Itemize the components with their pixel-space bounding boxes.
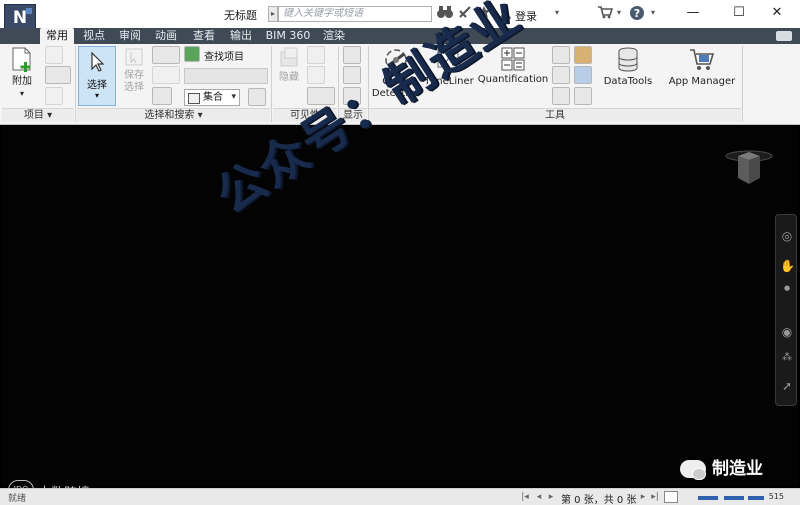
cart-icon[interactable] [596, 5, 614, 21]
find-items-label[interactable]: 查找项目 [204, 48, 244, 63]
brand-text: 制造业 [712, 459, 763, 479]
document-title: 无标题 [224, 9, 257, 22]
sheet-counter: 第 0 张，共 0 张 [561, 495, 637, 505]
chevron-down-icon: ▾ [19, 89, 24, 98]
tab-render[interactable]: 渲染 [320, 28, 348, 44]
app-manager-label: App Manager [668, 76, 736, 87]
links-icon[interactable] [343, 46, 361, 64]
chevron-down-icon[interactable]: ▾ [552, 5, 562, 21]
app-menu-label: N [12, 8, 28, 28]
web-server-progress-icon [748, 496, 764, 500]
project-panel-footer[interactable]: 项目 ▾ [2, 108, 74, 122]
next-sheet-icon[interactable]: ▸ [638, 492, 648, 502]
save-selection-label-2: 选择 [124, 82, 144, 93]
select-all-icon[interactable] [152, 46, 180, 64]
app-manager-button[interactable]: App Manager [664, 46, 740, 88]
selection-tree-icon[interactable] [152, 87, 172, 105]
save-selection-label-1: 保存 [124, 70, 144, 81]
select-same-icon [152, 66, 180, 84]
wechat-brand-watermark: 制造业 [680, 454, 763, 480]
chevron-down-icon: ▾ [94, 91, 99, 100]
title-bar: N 无标题 ▸ 键入关键字或短语 登录 ▾ ▾ ? ▾ — ☐ ✕ [0, 0, 800, 32]
save-selection-icon [125, 48, 143, 66]
chevron-down-icon[interactable]: ▾ [614, 5, 624, 21]
help-icon[interactable]: ? [628, 5, 646, 21]
zoom-icon[interactable]: ● [780, 281, 794, 295]
append-icon [12, 47, 31, 72]
datatools-button[interactable]: DataTools [600, 46, 656, 88]
select-cursor-icon[interactable]: ➚ [780, 379, 794, 393]
appearance-profiler-icon[interactable] [552, 87, 570, 105]
compare-icon[interactable] [574, 66, 592, 84]
refresh-icon [45, 46, 63, 64]
search-expand-arrow[interactable]: ▸ [268, 6, 278, 22]
animator-icon[interactable] [552, 46, 570, 64]
hide-icon [280, 47, 298, 67]
first-sheet-icon[interactable]: |◂ [520, 492, 530, 502]
append-label: 附加 [12, 76, 32, 87]
database-icon [618, 47, 638, 72]
status-bar: 就绪 |◂ ◂ ▸ 第 0 张，共 0 张 ▸ ▸| 515 [0, 488, 800, 505]
navigation-bar: ◎ ✋ ● ◉ ⁂ ➚ [775, 214, 797, 406]
app-manager-icon [690, 49, 715, 70]
camera-icon[interactable] [776, 31, 792, 41]
quantification-label: Quantification [477, 74, 549, 85]
last-sheet-icon[interactable]: ▸| [650, 492, 660, 502]
hide-unselected-icon [307, 66, 325, 84]
pencil-progress-icon [698, 496, 718, 500]
datatools-label: DataTools [603, 76, 653, 87]
prev-sheet-icon[interactable]: ◂ [534, 492, 544, 502]
reset-all-icon[interactable] [45, 66, 71, 84]
select-search-panel-footer[interactable]: 选择和搜索 ▾ [77, 108, 270, 122]
tab-viewpoint[interactable]: 视点 [80, 28, 108, 44]
tab-animation[interactable]: 动画 [152, 28, 180, 44]
search-input[interactable]: 键入关键字或短语 [278, 6, 432, 22]
minimize-button[interactable]: — [670, 2, 716, 26]
append-button[interactable]: 附加 ▾ [4, 46, 40, 100]
sheet-browser-icon[interactable] [664, 491, 678, 503]
svg-text:?: ? [634, 7, 640, 20]
wechat-icon [680, 460, 706, 480]
steering-wheel-icon[interactable]: ◎ [780, 229, 794, 243]
sets-dropdown[interactable]: 集合 [184, 89, 240, 106]
hide-label: 隐藏 [279, 72, 299, 83]
tab-bim360[interactable]: BIM 360 [264, 28, 312, 44]
find-items-icon[interactable] [184, 46, 200, 62]
file-options-icon [45, 87, 63, 105]
chevron-down-icon[interactable]: ▾ [648, 5, 658, 21]
scripter-icon[interactable] [552, 66, 570, 84]
pan-hand-icon[interactable]: ✋ [780, 259, 795, 273]
orbit-icon[interactable]: ◉ [780, 325, 794, 339]
quick-access-separator [44, 5, 58, 21]
select-button[interactable]: 选择 ▾ [78, 46, 116, 106]
tools-panel-footer: 工具 [369, 108, 741, 122]
hide-button: 隐藏 [274, 46, 304, 84]
next-sheet-icon[interactable]: ▸ [546, 492, 556, 502]
panel-divider [75, 46, 76, 122]
panel-divider [271, 46, 272, 122]
tab-output[interactable]: 输出 [227, 28, 255, 44]
walk-icon[interactable]: ⁂ [780, 351, 794, 365]
autodesk-rendering-icon[interactable] [574, 46, 592, 64]
tab-view[interactable]: 查看 [190, 28, 218, 44]
quick-find-input[interactable] [184, 68, 268, 84]
status-text: 就绪 [8, 494, 27, 504]
cursor-icon [91, 51, 105, 72]
selection-inspector-icon[interactable] [248, 88, 266, 106]
scene-viewport[interactable] [2, 126, 798, 486]
require-icon [307, 46, 325, 64]
batch-utility-icon[interactable] [574, 87, 592, 105]
disk-progress-icon [724, 496, 744, 500]
memory-usage: 515 [768, 492, 784, 501]
save-selection-button: 保存 选择 [119, 46, 149, 94]
viewcube-icon[interactable] [724, 148, 774, 188]
tab-home[interactable]: 常用 [40, 28, 74, 44]
close-button[interactable]: ✕ [754, 2, 800, 26]
tab-review[interactable]: 审阅 [116, 28, 144, 44]
panel-divider [742, 46, 743, 122]
select-label: 选择 [87, 80, 107, 91]
